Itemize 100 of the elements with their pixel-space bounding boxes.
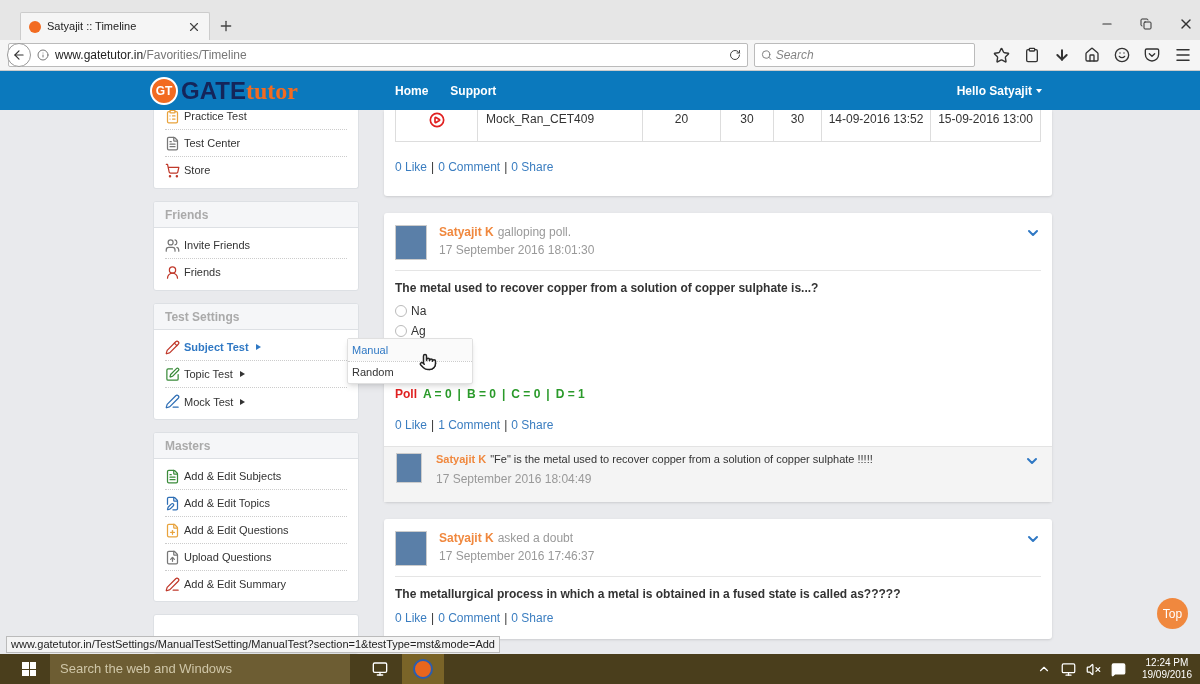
result-separator: | bbox=[457, 386, 461, 403]
avatar-photo bbox=[396, 453, 422, 483]
submenu-arrow-icon bbox=[239, 371, 245, 378]
item-icon bbox=[165, 549, 180, 565]
item-icon bbox=[165, 265, 180, 281]
link-separator: | bbox=[431, 610, 435, 627]
url-field[interactable]: www.gatetutor.in/Favorities/Timeline bbox=[8, 43, 748, 67]
browser-tab[interactable]: Satyajit :: Timeline bbox=[20, 12, 210, 40]
post-action-link[interactable]: 0 Like bbox=[395, 416, 428, 434]
post-action-link[interactable]: 1 Comment bbox=[438, 416, 501, 434]
item-icon bbox=[165, 577, 180, 593]
post-time: 17 September 2016 17:46:37 bbox=[439, 549, 595, 563]
author-name[interactable]: Satyajit K bbox=[439, 225, 494, 239]
link-separator: | bbox=[431, 417, 435, 434]
search-input[interactable]: Search bbox=[775, 46, 968, 64]
clipboard-icon[interactable] bbox=[1024, 47, 1040, 63]
logo-mark: GT bbox=[150, 76, 178, 105]
poll-result: C = 0 bbox=[511, 386, 541, 403]
post-action-link[interactable]: 0 Like bbox=[395, 158, 428, 176]
table-cell: 30 bbox=[721, 110, 774, 141]
sidebar-item[interactable]: Mock Test bbox=[165, 388, 347, 416]
smiley-icon[interactable] bbox=[1114, 47, 1130, 63]
table-cell: Mock_Ran_CET409 bbox=[478, 110, 643, 141]
item-icon bbox=[165, 522, 180, 538]
link-separator: | bbox=[504, 417, 508, 434]
search-icon bbox=[760, 49, 772, 61]
search-field[interactable]: Search bbox=[753, 43, 975, 67]
info-icon bbox=[37, 49, 49, 61]
status-url-tooltip: www.gatetutor.in/TestSettings/ManualTestSetting/ManualTest?section=1&testType=mst&mode=Add bbox=[6, 636, 500, 653]
nav-link[interactable]: Support bbox=[450, 81, 497, 100]
site-favicon bbox=[29, 20, 41, 33]
notification-icon[interactable] bbox=[1110, 661, 1126, 677]
sidebar-item[interactable]: Test Center bbox=[165, 130, 347, 157]
sidebar-item[interactable]: Upload Questions bbox=[165, 544, 347, 572]
poll-result: A = 0 bbox=[423, 386, 452, 403]
avatar-photo bbox=[395, 225, 427, 260]
poll-question: The metal used to recover copper from a solution of copper sulphate is...? bbox=[395, 280, 820, 297]
back-button[interactable] bbox=[7, 43, 31, 67]
sidebar-item[interactable]: Invite Friends bbox=[165, 232, 347, 260]
clock-time: 12:24 PM bbox=[1145, 657, 1189, 669]
submenu-arrow-icon bbox=[240, 398, 246, 405]
item-icon bbox=[165, 366, 180, 382]
avatar-photo bbox=[395, 531, 427, 566]
restore-icon[interactable] bbox=[1140, 18, 1152, 30]
post-action-link[interactable]: 0 Share bbox=[511, 609, 554, 627]
post-time: 17 September 2016 18:01:30 bbox=[439, 243, 595, 257]
post-action-link[interactable]: 0 Share bbox=[511, 158, 554, 176]
windows-start-icon[interactable] bbox=[22, 662, 36, 676]
radio-button[interactable] bbox=[395, 305, 407, 317]
post-action-link[interactable]: 0 Comment bbox=[438, 158, 501, 176]
radio-button[interactable] bbox=[395, 325, 407, 337]
item-icon bbox=[165, 339, 180, 355]
item-icon bbox=[165, 110, 180, 124]
sidebar-item[interactable]: Friends bbox=[165, 259, 347, 287]
comment-time: 17 September 2016 18:04:49 bbox=[436, 471, 593, 488]
sidebar-heading: Masters bbox=[154, 433, 358, 460]
table-cell: 30 bbox=[774, 110, 822, 141]
sidebar-item[interactable]: Practice Test bbox=[165, 110, 347, 130]
sidebar-item[interactable]: Topic Test bbox=[165, 361, 347, 389]
author-name[interactable]: Satyajit K bbox=[439, 531, 494, 545]
table-cell-text: 15-09-2016 13:00 bbox=[937, 111, 1034, 128]
taskbar-search-input[interactable]: Search the web and Windows bbox=[60, 659, 340, 679]
post-action-link[interactable]: 0 Like bbox=[395, 609, 428, 627]
play-icon[interactable] bbox=[428, 112, 445, 128]
download-icon[interactable] bbox=[1054, 47, 1070, 63]
link-separator: | bbox=[504, 159, 508, 176]
nav-link[interactable]: Home bbox=[395, 81, 429, 100]
post-action-link[interactable]: 0 Comment bbox=[438, 609, 501, 627]
item-icon bbox=[165, 495, 180, 511]
clock-date: 19/09/2016 bbox=[1141, 669, 1192, 681]
option-label: Na bbox=[411, 303, 427, 320]
link-separator: | bbox=[504, 610, 508, 627]
item-icon bbox=[165, 237, 180, 253]
pocket-icon[interactable] bbox=[1144, 47, 1160, 63]
poll-result: B = 0 bbox=[466, 386, 496, 403]
sidebar-heading: Test Settings bbox=[154, 304, 358, 331]
sidebar-item[interactable]: Add & Edit Topics bbox=[165, 490, 347, 518]
post-action-text: asked a doubt bbox=[497, 531, 574, 545]
user-menu[interactable]: Hello Satyajit bbox=[956, 81, 1042, 100]
menu-icon[interactable] bbox=[1174, 46, 1192, 64]
post-action-link[interactable]: 0 Share bbox=[511, 416, 554, 434]
sidebar-item[interactable]: Add & Edit Subjects bbox=[165, 463, 347, 491]
poll-result: D = 1 bbox=[555, 386, 585, 403]
logo-text: GATEtutor bbox=[181, 78, 298, 103]
bookmark-icon[interactable] bbox=[993, 46, 1010, 64]
submenu-item[interactable]: Manual bbox=[348, 339, 472, 361]
poll-label: Poll bbox=[395, 386, 417, 403]
sidebar-item[interactable]: Store bbox=[165, 157, 347, 184]
table-cell: 20 bbox=[643, 110, 721, 141]
taskbar-search-field[interactable]: Search the web and Windows bbox=[50, 654, 350, 684]
table-cell: 14-09-2016 13:52 bbox=[822, 110, 931, 141]
sidebar-item[interactable]: Add & Edit Summary bbox=[165, 571, 347, 599]
task-view-icon[interactable] bbox=[372, 661, 388, 677]
home-icon[interactable] bbox=[1084, 47, 1100, 63]
sidebar-item[interactable]: Add & Edit Questions bbox=[165, 517, 347, 545]
reload-icon[interactable] bbox=[728, 49, 741, 61]
new-tab-icon[interactable] bbox=[218, 18, 234, 34]
hand-cursor-icon bbox=[419, 352, 437, 372]
muted-volume-icon[interactable] bbox=[1085, 661, 1101, 677]
submenu-arrow-icon bbox=[255, 344, 261, 351]
